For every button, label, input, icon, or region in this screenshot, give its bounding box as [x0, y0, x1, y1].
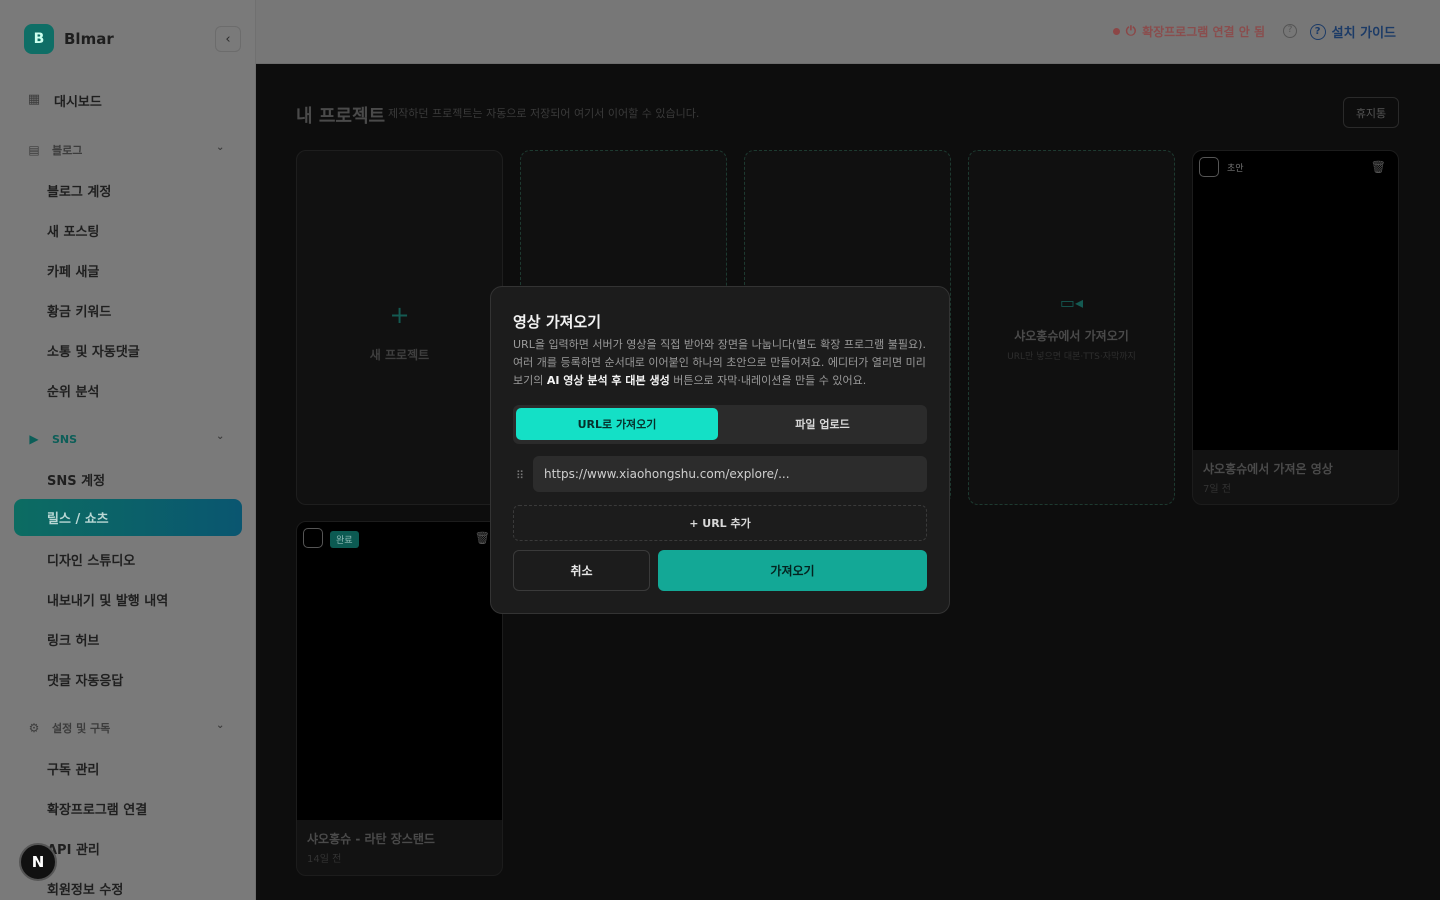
sidebar-item-subscription[interactable]: 구독 관리 [0, 748, 256, 788]
tab-url-import[interactable]: URL로 가져오기 [516, 408, 718, 440]
xiaohongshu-import-sub: URL만 넣으면 대본·TTS·자막까지 [1007, 352, 1136, 362]
sidebar-item-label: 황금 키워드 [47, 304, 112, 320]
dev-tools-badge[interactable]: N [19, 843, 57, 881]
sidebar-group-blog[interactable]: ▤ 블로그 ⌄ [0, 130, 256, 170]
new-project-label: 새 프로젝트 [369, 348, 430, 362]
brand[interactable]: B Blmar [24, 24, 114, 54]
sidebar-item-label: 구독 관리 [47, 762, 100, 778]
project-title: 샤오홍슈에서 가져온 영상 [1203, 462, 1333, 476]
sidebar-nav: ▦ 대시보드 ▤ 블로그 ⌄ 블로그 계정 새 포스팅 카페 새글 황금 키워드… [0, 80, 256, 900]
select-checkbox[interactable] [303, 528, 323, 548]
page-title: 내 프로젝트 [296, 106, 386, 127]
sidebar-item-label: 새 포스팅 [47, 224, 100, 240]
extension-status: ⏻ 확장프로그램 연결 안 됨 [1112, 23, 1265, 40]
sidebar-item-label: SNS 계정 [47, 473, 106, 489]
sidebar-group-label: SNS [52, 432, 78, 446]
sidebar-item-cafe-post[interactable]: 카페 새글 [0, 250, 256, 290]
xiaohongshu-import-card[interactable]: ▭◂ 샤오홍슈에서 가져오기 URL만 넣으면 대본·TTS·자막까지 [968, 150, 1175, 505]
topbar: ⏻ 확장프로그램 연결 안 됨 ? ? 설치 가이드 [256, 0, 1440, 64]
import-button[interactable]: 가져오기 [658, 550, 927, 591]
sidebar-item-label: 블로그 계정 [47, 184, 112, 200]
trash-button[interactable]: 휴지통 [1343, 97, 1399, 128]
project-card-draft[interactable]: 초안 🗑 샤오홍슈에서 가져온 영상 7일 전 [1192, 150, 1399, 505]
project-time: 14일 전 [307, 854, 342, 865]
page-subtitle: 제작하던 프로젝트는 자동으로 저장되어 여기서 이어할 수 있습니다. [388, 107, 700, 120]
select-checkbox[interactable] [1199, 157, 1219, 177]
play-icon: ▶ [29, 432, 39, 446]
xiaohongshu-import-label: 샤오홍슈에서 가져오기 [1014, 329, 1129, 343]
sidebar-item-blog-account[interactable]: 블로그 계정 [0, 170, 256, 210]
trash-icon[interactable]: 🗑 [475, 531, 490, 545]
cancel-button[interactable]: 취소 [513, 550, 650, 591]
url-input[interactable] [533, 456, 927, 492]
grid-icon: ▦ [27, 92, 41, 107]
tab-file-upload[interactable]: 파일 업로드 [721, 408, 924, 440]
sidebar-item-label: 디자인 스튜디오 [47, 553, 136, 569]
sidebar-item-export-history[interactable]: 내보내기 및 발행 내역 [0, 579, 256, 619]
clock-icon[interactable]: ? [1283, 24, 1297, 38]
sidebar-item-extension[interactable]: 확장프로그램 연결 [0, 788, 256, 828]
chevron-down-icon: ⌄ [216, 142, 225, 153]
drag-handle-icon[interactable]: ⠿ [516, 469, 524, 482]
sidebar-item-label: 링크 허브 [47, 633, 100, 649]
sidebar-item-label: 대시보드 [54, 94, 102, 110]
import-mode-tabs: URL로 가져오기 파일 업로드 [513, 405, 927, 444]
modal-description-highlight: AI 영상 분석 후 대본 생성 [546, 374, 670, 387]
plus-icon: + [389, 301, 410, 329]
sidebar-item-comment-autoreply[interactable]: 댓글 자동응답 [0, 659, 256, 699]
sidebar-item-label: 릴스 / 쇼츠 [47, 512, 109, 527]
sidebar-group-sns[interactable]: ▶ SNS ⌄ [0, 419, 256, 459]
sidebar: B Blmar ‹ ▦ 대시보드 ▤ 블로그 ⌄ 블로그 계정 새 포스팅 카페… [0, 0, 256, 900]
status-badge: 완료 [330, 531, 359, 548]
sidebar-item-label: 소통 및 자동댓글 [47, 344, 140, 360]
sidebar-item-label: 카페 새글 [47, 264, 100, 280]
document-icon: ▤ [28, 143, 40, 157]
project-thumbnail [1193, 151, 1398, 450]
video-camera-icon: ▭◂ [1059, 293, 1084, 312]
install-guide-link[interactable]: ? 설치 가이드 [1309, 22, 1396, 41]
add-url-button[interactable]: + URL 추가 [513, 505, 927, 541]
modal-title: 영상 가져오기 [513, 313, 602, 331]
plug-icon: ⏻ [1125, 24, 1137, 39]
sidebar-item-golden-keyword[interactable]: 황금 키워드 [0, 290, 256, 330]
sidebar-item-label: 순위 분석 [47, 384, 100, 400]
sidebar-item-label: 댓글 자동응답 [47, 673, 124, 689]
project-thumbnail [297, 522, 502, 820]
video-import-modal: 영상 가져오기 URL을 입력하면 서버가 영상을 직접 받아와 장면을 나눕니… [490, 286, 950, 614]
status-dot-icon [1112, 28, 1120, 35]
sidebar-item-design-studio[interactable]: 디자인 스튜디오 [0, 539, 256, 579]
chevron-left-icon: ‹ [225, 31, 231, 47]
sidebar-item-reels-shorts[interactable]: 릴스 / 쇼츠 [14, 499, 242, 536]
sidebar-item-new-post[interactable]: 새 포스팅 [0, 210, 256, 250]
extension-status-text: 확장프로그램 연결 안 됨 [1142, 25, 1265, 39]
chevron-down-icon: ⌄ [216, 431, 225, 442]
sidebar-item-auto-comment[interactable]: 소통 및 자동댓글 [0, 330, 256, 370]
modal-description-text: 버튼으로 자막·내레이션을 만들 수 있어요. [669, 374, 867, 387]
sidebar-group-label: 블로그 [52, 144, 83, 157]
project-time: 7일 전 [1203, 484, 1231, 495]
brand-logo: B [24, 24, 54, 54]
project-title: 샤오홍슈 - 라탄 장스탠드 [307, 832, 435, 846]
sidebar-item-link-hub[interactable]: 링크 허브 [0, 619, 256, 659]
sidebar-item-sns-account[interactable]: SNS 계정 [0, 459, 256, 499]
sidebar-item-label: 회원정보 수정 [47, 882, 124, 898]
sidebar-group-label: 설정 및 구독 [52, 722, 111, 735]
project-card-done[interactable]: 완료 🗑 샤오홍슈 - 라탄 장스탠드 14일 전 [296, 521, 503, 876]
install-guide-label: 설치 가이드 [1331, 26, 1396, 41]
sidebar-item-rank-analysis[interactable]: 순위 분석 [0, 370, 256, 410]
brand-name: Blmar [64, 30, 114, 48]
sidebar-group-settings[interactable]: ⚙ 설정 및 구독 ⌄ [0, 708, 256, 748]
question-icon: ? [1309, 23, 1326, 40]
collapse-sidebar-button[interactable]: ‹ [215, 26, 241, 52]
sidebar-item-label: 확장프로그램 연결 [47, 802, 148, 818]
trash-icon[interactable]: 🗑 [1371, 160, 1386, 174]
sidebar-item-label: 내보내기 및 발행 내역 [47, 593, 169, 609]
sidebar-item-dashboard[interactable]: ▦ 대시보드 [0, 80, 256, 120]
modal-description: URL을 입력하면 서버가 영상을 직접 받아와 장면을 나눕니다(별도 확장 … [513, 336, 933, 390]
status-badge: 초안 [1227, 164, 1244, 174]
chevron-down-icon: ⌄ [216, 720, 225, 731]
gear-icon: ⚙ [28, 721, 40, 735]
new-project-card[interactable]: + 새 프로젝트 [296, 150, 503, 505]
